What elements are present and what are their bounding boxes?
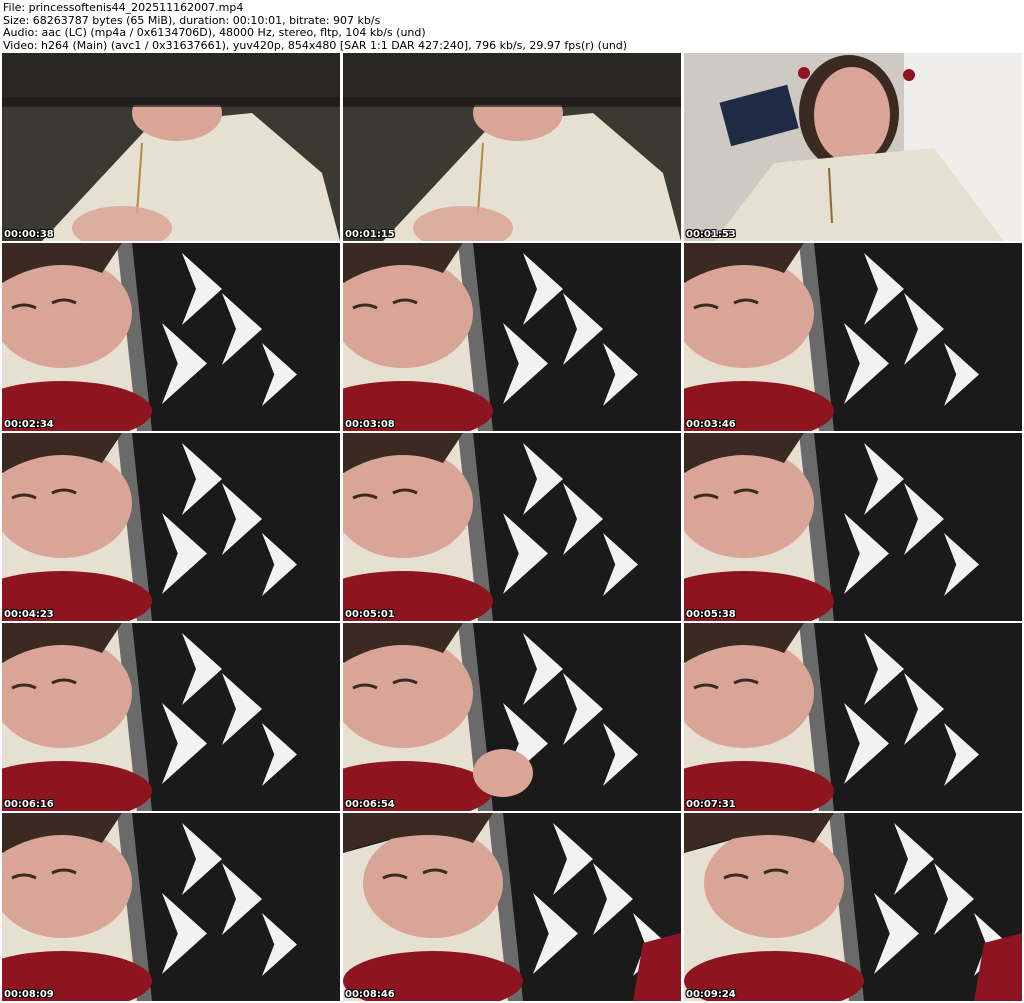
frame-image	[343, 243, 681, 431]
thumbnail-frame: 00:02:34	[2, 243, 340, 431]
thumbnail-frame: 00:01:53	[684, 53, 1022, 241]
frame-image	[684, 243, 1022, 431]
frame-timestamp: 00:03:46	[686, 419, 736, 430]
frame-image	[343, 53, 681, 241]
file-info-header: File: princessoftenis44_202511162007.mp4…	[3, 2, 1021, 52]
thumbnail-frame: 00:08:46	[343, 813, 681, 1001]
video-info-line: Video: h264 (Main) (avc1 / 0x31637661), …	[3, 39, 628, 52]
thumbnail-frame: 00:07:31	[684, 623, 1022, 811]
thumbnail-frame: 00:05:01	[343, 433, 681, 621]
frame-image	[684, 623, 1022, 811]
frame-image	[684, 433, 1022, 621]
frame-image	[343, 433, 681, 621]
frame-timestamp: 00:02:34	[4, 419, 54, 430]
thumbnail-grid: 00:00:38 00:01:15 00:01:53 00:02:34 00:0…	[2, 53, 1022, 1003]
frame-image	[2, 623, 340, 811]
thumbnail-frame: 00:08:09	[2, 813, 340, 1001]
thumbnail-frame: 00:06:54	[343, 623, 681, 811]
frame-timestamp: 00:09:24	[686, 989, 736, 1000]
frame-timestamp: 00:04:23	[4, 609, 54, 620]
frame-timestamp: 00:01:53	[686, 229, 736, 240]
thumbnail-frame: 00:09:24	[684, 813, 1022, 1001]
audio-info-line: Audio: aac (LC) (mp4a / 0x6134706D), 480…	[3, 27, 426, 39]
file-size-line: Size: 68263787 bytes (65 MiB), duration:…	[3, 14, 381, 27]
frame-timestamp: 00:07:31	[686, 799, 736, 810]
frame-timestamp: 00:03:08	[345, 419, 395, 430]
frame-image	[343, 623, 681, 811]
frame-image	[2, 433, 340, 621]
thumbnail-frame: 00:03:46	[684, 243, 1022, 431]
frame-timestamp: 00:05:01	[345, 609, 395, 620]
thumbnail-frame: 00:04:23	[2, 433, 340, 621]
frame-image	[2, 243, 340, 431]
frame-timestamp: 00:06:16	[4, 799, 54, 810]
frame-timestamp: 00:05:38	[686, 609, 736, 620]
frame-image	[2, 53, 340, 241]
frame-timestamp: 00:08:46	[345, 989, 395, 1000]
frame-image	[343, 813, 681, 1001]
frame-timestamp: 00:06:54	[345, 799, 395, 810]
frame-timestamp: 00:08:09	[4, 989, 54, 1000]
frame-image	[684, 53, 1022, 241]
frame-timestamp: 00:00:38	[4, 229, 54, 240]
frame-image	[684, 813, 1022, 1001]
thumbnail-frame: 00:01:15	[343, 53, 681, 241]
frame-timestamp: 00:01:15	[345, 229, 395, 240]
thumbnail-frame: 00:05:38	[684, 433, 1022, 621]
thumbnail-frame: 00:03:08	[343, 243, 681, 431]
file-name-line: File: princessoftenis44_202511162007.mp4	[3, 2, 244, 14]
frame-image	[2, 813, 340, 1001]
thumbnail-frame: 00:00:38	[2, 53, 340, 241]
thumbnail-frame: 00:06:16	[2, 623, 340, 811]
